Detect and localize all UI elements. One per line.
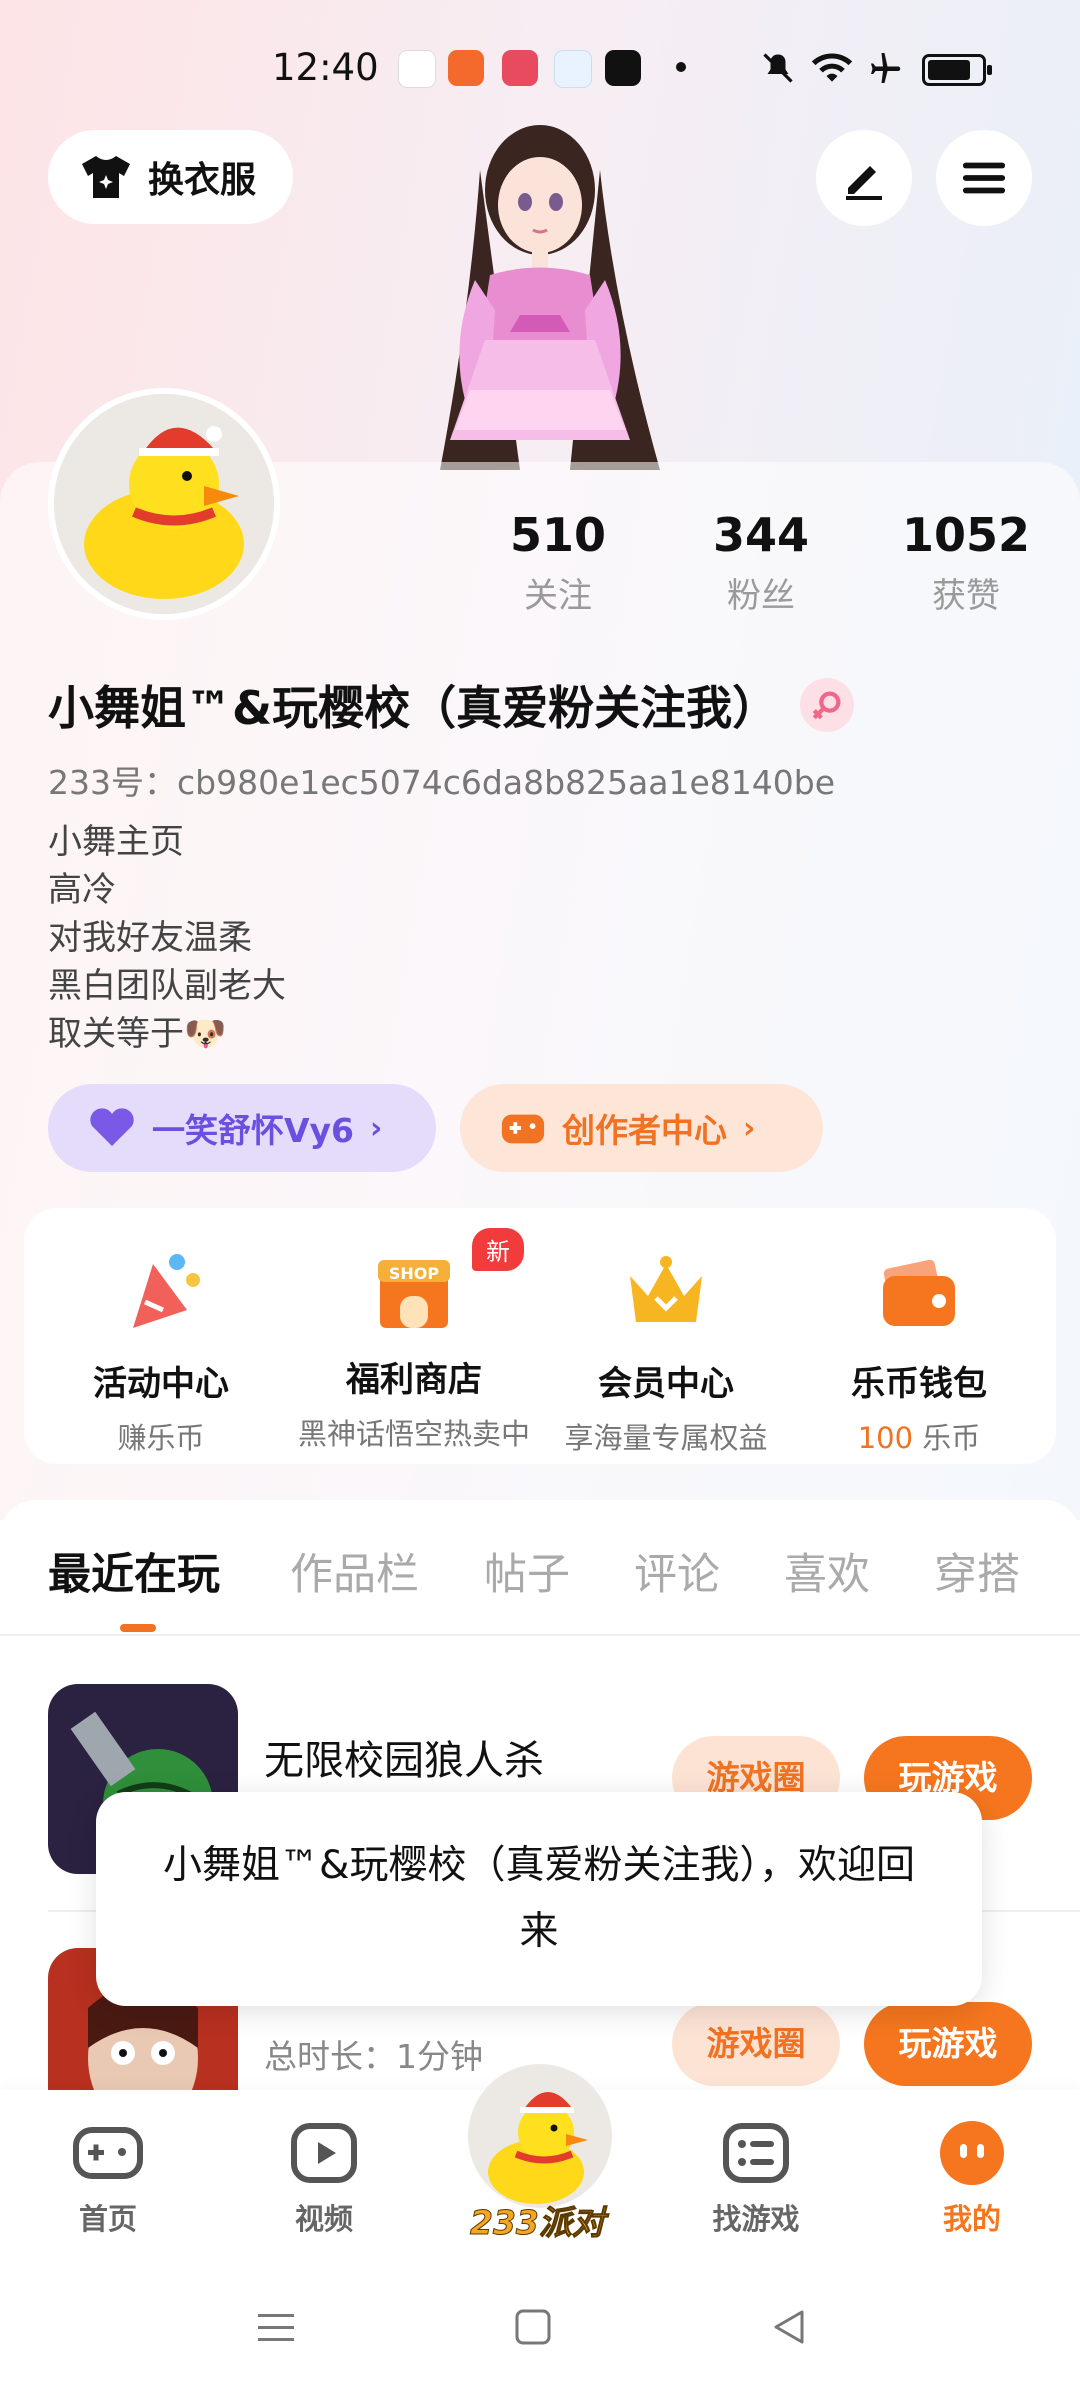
member-center-subtitle: 享海量专属权益 xyxy=(564,1421,768,1455)
tab-outfits[interactable]: 穿搭 xyxy=(934,1540,1020,1602)
new-badge: 新 xyxy=(472,1228,524,1271)
chevron-right-icon: › xyxy=(743,1110,756,1146)
shop-icon-text: SHOP xyxy=(388,1264,440,1283)
rubber-duck-avatar-image xyxy=(54,394,274,614)
recent-apps-icon[interactable] xyxy=(256,2310,296,2346)
following-count: 510 xyxy=(509,508,607,562)
nav-home[interactable]: 首页 xyxy=(38,2120,178,2238)
gamepad-home-icon xyxy=(73,2127,143,2179)
baidu-app-icon xyxy=(398,50,436,88)
hamburger-menu-icon xyxy=(962,162,1006,194)
bio-line: 对我好友温柔 xyxy=(48,918,252,958)
vip-level-button[interactable]: 一笑舒怀Vy6 › xyxy=(48,1084,436,1172)
menu-button[interactable] xyxy=(936,130,1032,226)
welcome-toast: 小舞姐™&玩樱校（真爱粉关注我），欢迎回来 xyxy=(96,1792,982,2006)
coin-wallet-subtitle: 100 乐币 xyxy=(794,1415,1044,1457)
airplane-mode-icon xyxy=(871,53,901,83)
bio-line: 取关等于🐶 xyxy=(48,1014,227,1054)
creator-center-label: 创作者中心 xyxy=(562,1111,727,1150)
wallet-icon xyxy=(883,1259,955,1326)
profile-nickname: 小舞姐™&玩樱校（真爱粉关注我） xyxy=(48,681,779,735)
bio-line: 高冷 xyxy=(48,870,116,910)
app-notification-icon xyxy=(448,50,484,86)
tab-works[interactable]: 作品栏 xyxy=(290,1540,419,1602)
fans-label: 粉丝 xyxy=(727,576,795,616)
back-button-icon[interactable] xyxy=(770,2308,808,2346)
party-label: 233派对 xyxy=(470,2203,606,2243)
vip-level-label: 一笑舒怀Vy6 xyxy=(152,1111,355,1150)
nav-mine[interactable]: 我的 xyxy=(902,2120,1042,2238)
play-game-button[interactable]: 玩游戏 xyxy=(864,2002,1032,2086)
pen-icon xyxy=(846,166,882,200)
chevron-right-icon: › xyxy=(370,1110,383,1146)
tab-recently-played[interactable]: 最近在玩 xyxy=(48,1540,220,1602)
welfare-shop-title: 福利商店 xyxy=(346,1360,482,1400)
video-app-icon xyxy=(502,50,538,86)
gamepad-icon xyxy=(501,1114,545,1144)
nav-find-game[interactable]: 找游戏 xyxy=(686,2120,826,2238)
tab-divider xyxy=(0,1634,1080,1636)
female-gender-badge xyxy=(800,678,854,732)
likes-label: 获赞 xyxy=(932,576,1000,616)
home-button-icon[interactable] xyxy=(514,2308,552,2346)
active-tab-indicator xyxy=(120,1624,156,1632)
likes-count: 1052 xyxy=(901,508,1031,562)
activity-center-subtitle: 赚乐币 xyxy=(117,1421,205,1455)
more-notifications-dot-icon xyxy=(676,62,686,72)
mute-icon xyxy=(763,53,793,83)
recorder-app-icon xyxy=(605,50,641,86)
stat-fans[interactable]: 344 粉丝 xyxy=(661,508,861,617)
female-icon xyxy=(812,691,841,720)
nav-mine-label: 我的 xyxy=(942,2202,1001,2236)
stat-following[interactable]: 510 关注 xyxy=(458,508,658,617)
crown-icon xyxy=(630,1256,702,1322)
mine-face-icon xyxy=(940,2121,1004,2185)
fans-count: 344 xyxy=(712,508,810,562)
nav-video[interactable]: 视频 xyxy=(254,2120,394,2238)
search-app-icon xyxy=(554,50,592,88)
bio-line: 黑白团队副老大 xyxy=(48,966,286,1006)
profile-bio: 小舞主页 高冷 对我好友温柔 黑白团队副老大 取关等于🐶 xyxy=(48,818,286,1058)
activity-center-item[interactable]: 活动中心 赚乐币 xyxy=(36,1208,286,1457)
member-center-item[interactable]: 会员中心 享海量专属权益 xyxy=(541,1208,791,1457)
status-bar: 12:40 xyxy=(0,40,1080,96)
feature-shortcuts: 活动中心 赚乐币 SHOP 福利商店 黑神话悟空热卖中 新 会员中心 享海量专属… xyxy=(24,1208,1056,1464)
edit-profile-button[interactable] xyxy=(816,130,912,226)
welfare-shop-subtitle: 黑神话悟空热卖中 xyxy=(297,1417,530,1451)
change-outfit-label: 换衣服 xyxy=(148,160,257,201)
character-avatar-illustration[interactable] xyxy=(370,110,710,470)
party-popper-icon xyxy=(133,1254,200,1328)
nav-find-game-label: 找游戏 xyxy=(712,2202,800,2236)
activity-center-title: 活动中心 xyxy=(93,1364,229,1404)
game-list-icon xyxy=(723,2123,789,2183)
creator-center-button[interactable]: 创作者中心 › xyxy=(460,1084,823,1172)
coin-balance: 100 xyxy=(857,1421,914,1455)
shop-icon: SHOP xyxy=(368,1246,460,1338)
nav-home-label: 首页 xyxy=(78,2202,137,2236)
stat-likes[interactable]: 1052 获赞 xyxy=(866,508,1066,617)
game-title[interactable]: 无限校园狼人杀 xyxy=(264,1728,544,1786)
bio-line: 小舞主页 xyxy=(48,822,184,862)
member-center-title: 会员中心 xyxy=(598,1364,734,1404)
tab-posts[interactable]: 帖子 xyxy=(484,1540,570,1602)
tab-comments[interactable]: 评论 xyxy=(634,1540,720,1602)
battery-icon xyxy=(922,54,992,86)
tshirt-icon xyxy=(82,156,130,198)
wifi-icon xyxy=(811,53,853,82)
game-circle-button[interactable]: 游戏圈 xyxy=(672,2002,840,2086)
status-time: 12:40 xyxy=(272,46,379,89)
game-playtime: 总时长：1分钟 xyxy=(264,2037,483,2076)
following-label: 关注 xyxy=(524,576,592,616)
user-id[interactable]: 233号：cb980e1ec5074c6da8b825aa1e8140be xyxy=(48,756,835,804)
nav-video-label: 视频 xyxy=(294,2202,353,2236)
purple-heart-icon xyxy=(90,1108,134,1146)
change-outfit-button[interactable]: 换衣服 xyxy=(48,130,293,224)
coin-wallet-item[interactable]: 乐币钱包 100 乐币 xyxy=(794,1208,1044,1457)
profile-avatar[interactable] xyxy=(48,388,280,620)
coin-wallet-title: 乐币钱包 xyxy=(851,1364,987,1404)
video-play-icon xyxy=(291,2123,357,2183)
system-navigation-bar xyxy=(0,2260,1080,2400)
coin-unit: 乐币 xyxy=(913,1421,981,1455)
tab-likes[interactable]: 喜欢 xyxy=(784,1540,870,1602)
